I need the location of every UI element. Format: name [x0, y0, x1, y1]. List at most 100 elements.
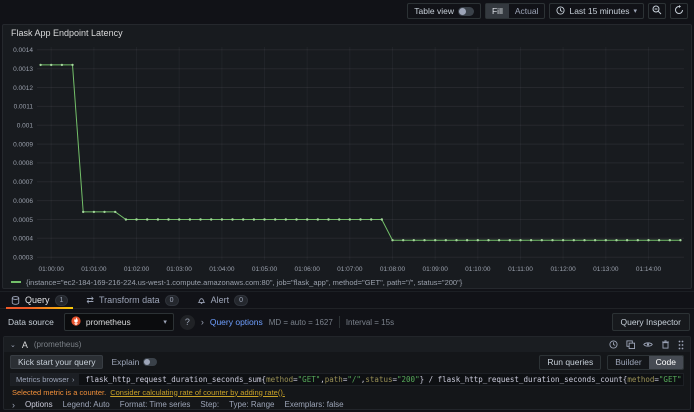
- svg-text:01:08:00: 01:08:00: [380, 266, 406, 273]
- table-view-label: Table view: [414, 6, 454, 16]
- zoom-out-icon: [652, 2, 662, 20]
- explain-label: Explain: [111, 357, 140, 367]
- max-data-points-value: MD = auto = 1627: [268, 317, 333, 327]
- svg-text:01:06:00: 01:06:00: [295, 266, 321, 273]
- svg-text:01:13:00: 01:13:00: [593, 266, 619, 273]
- kick-start-query-button[interactable]: Kick start your query: [10, 355, 104, 369]
- zoom-out-button[interactable]: [648, 3, 666, 19]
- top-toolbar: Table view Fill Actual Last 15 minutes ▾: [0, 0, 694, 22]
- query-card: ⌄ A (prometheus) Kick start your query E…: [3, 336, 691, 410]
- options-label[interactable]: Options: [25, 400, 53, 409]
- refresh-button[interactable]: [670, 3, 688, 19]
- options-format: Format: Time series: [119, 400, 191, 409]
- transform-icon: ⇄: [86, 294, 94, 305]
- divider: [338, 316, 340, 328]
- svg-text:01:05:00: 01:05:00: [252, 266, 278, 273]
- duplicate-query-icon[interactable]: [626, 340, 635, 349]
- svg-text:01:04:00: 01:04:00: [209, 266, 235, 273]
- query-toolbar: Kick start your query Explain Run querie…: [4, 352, 690, 372]
- actual-button[interactable]: Actual: [509, 4, 545, 18]
- eye-icon[interactable]: [643, 340, 653, 349]
- svg-text:01:02:00: 01:02:00: [124, 266, 150, 273]
- explain-toggle[interactable]: Explain: [111, 357, 158, 367]
- svg-text:0.0006: 0.0006: [13, 198, 33, 205]
- interval-value: Interval = 15s: [345, 317, 395, 327]
- svg-text:01:10:00: 01:10:00: [465, 266, 491, 273]
- caret-down-icon: ▾: [163, 319, 167, 326]
- svg-text:0.0007: 0.0007: [13, 179, 33, 186]
- query-toolbar-right: Run queries Builder Code: [539, 354, 684, 370]
- query-expression[interactable]: flask_http_request_duration_seconds_sum{…: [79, 375, 683, 384]
- tab-alert[interactable]: Alert 0: [188, 292, 257, 308]
- code-mode-button[interactable]: Code: [648, 355, 683, 369]
- tab-transform-label: Transform data: [98, 295, 160, 305]
- chevron-right-icon: ›: [71, 375, 75, 384]
- run-queries-button[interactable]: Run queries: [539, 354, 602, 370]
- options-legend: Legend: Auto: [62, 400, 110, 409]
- clock-icon[interactable]: [609, 340, 618, 349]
- datasource-row: Data source prometheus ▾ ? › Query optio…: [0, 310, 694, 334]
- svg-text:0.0003: 0.0003: [13, 255, 33, 262]
- query-code-editor[interactable]: Metrics browser › flask_http_request_dur…: [10, 373, 684, 386]
- tab-alert-badge: 0: [234, 294, 248, 306]
- svg-text:0.0013: 0.0013: [13, 66, 33, 73]
- query-options-row: › Options Legend: Auto Format: Time seri…: [4, 398, 690, 411]
- drag-handle-icon[interactable]: [678, 340, 684, 350]
- series-legend-label[interactable]: {instance="ec2-184-169-216-224.us-west-1…: [26, 278, 462, 287]
- svg-text:0.0014: 0.0014: [13, 47, 33, 54]
- tab-alert-label: Alert: [210, 295, 230, 305]
- tab-query-badge: 1: [54, 294, 69, 306]
- builder-code-toggle: Builder Code: [607, 354, 684, 370]
- panel-title: Flask App Endpoint Latency: [11, 28, 123, 38]
- tab-transform[interactable]: ⇄ Transform data 0: [77, 292, 187, 308]
- svg-text:01:09:00: 01:09:00: [423, 266, 449, 273]
- explain-switch[interactable]: [143, 358, 158, 366]
- svg-text:0.001: 0.001: [17, 123, 34, 130]
- svg-text:01:00:00: 01:00:00: [39, 266, 65, 273]
- svg-text:0.0004: 0.0004: [13, 236, 33, 243]
- svg-text:0.0005: 0.0005: [13, 217, 33, 224]
- refresh-icon: [674, 2, 684, 20]
- chevron-down-icon[interactable]: ⌄: [10, 341, 16, 349]
- fill-actual-group: Fill Actual: [484, 3, 546, 19]
- datasource-selected-value: prometheus: [85, 317, 131, 327]
- editor-tabs: Query 1 ⇄ Transform data 0 Alert 0: [0, 291, 694, 309]
- warning-text: Selected metric is a counter.: [12, 387, 107, 397]
- svg-text:01:11:00: 01:11:00: [508, 266, 533, 273]
- metrics-browser-button[interactable]: Metrics browser ›: [11, 374, 80, 385]
- table-view-toggle[interactable]: Table view: [408, 4, 480, 18]
- options-step: Step:: [200, 400, 220, 409]
- warning-link[interactable]: Consider calculating rate of counter by …: [110, 388, 285, 397]
- latency-chart[interactable]: 0.0003 0.0004 0.0005 0.0006 0.0007 0.0008 0.00…: [3, 41, 691, 275]
- chevron-right-icon[interactable]: ›: [12, 400, 15, 410]
- query-inspector-button[interactable]: Query Inspector: [611, 313, 690, 331]
- svg-text:0.0008: 0.0008: [13, 160, 33, 167]
- tab-query[interactable]: Query 1: [2, 292, 77, 309]
- query-datasource-name: (prometheus): [33, 340, 82, 349]
- svg-text:01:14:00: 01:14:00: [636, 266, 662, 273]
- datasource-label: Data source: [8, 317, 54, 327]
- clock-icon: [556, 5, 566, 17]
- query-options-toggle[interactable]: Query options: [210, 317, 263, 327]
- time-range-label: Last 15 minutes: [569, 6, 630, 16]
- options-type: Type: Range: [229, 400, 275, 409]
- options-exemplars: Exemplars: false: [284, 400, 344, 409]
- tab-query-label: Query: [25, 295, 50, 305]
- prometheus-logo-icon: [71, 316, 81, 328]
- query-row-actions: [609, 340, 684, 350]
- tab-transform-badge: 0: [164, 294, 179, 306]
- datasource-help-icon[interactable]: ?: [179, 314, 195, 330]
- database-icon: [11, 295, 20, 305]
- trash-icon[interactable]: [661, 340, 670, 349]
- builder-mode-button[interactable]: Builder: [608, 356, 648, 369]
- svg-text:0.0009: 0.0009: [13, 141, 33, 148]
- datasource-picker[interactable]: prometheus ▾: [63, 313, 174, 331]
- fill-button[interactable]: Fill: [485, 4, 509, 18]
- query-row-header[interactable]: ⌄ A (prometheus): [4, 337, 690, 352]
- time-picker-group: Last 15 minutes ▾: [549, 3, 644, 19]
- query-ref-id: A: [21, 339, 28, 350]
- table-view-switch[interactable]: [457, 6, 474, 16]
- time-range-picker[interactable]: Last 15 minutes ▾: [550, 4, 643, 18]
- svg-text:0.0012: 0.0012: [13, 85, 33, 92]
- grafana-panel-edit-view: Table view Fill Actual Last 15 minutes ▾: [0, 0, 694, 412]
